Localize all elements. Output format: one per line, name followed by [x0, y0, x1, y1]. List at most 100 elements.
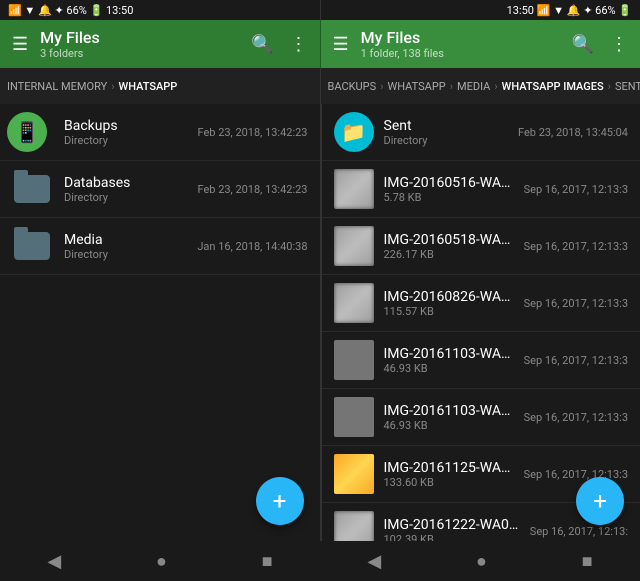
right-app-title: My Files — [361, 28, 560, 47]
list-item[interactable]: Media Directory Jan 16, 2018, 14:40:38 — [0, 218, 320, 275]
list-item[interactable]: 📁 Sent Directory Feb 23, 2018, 13:45:04 — [322, 104, 640, 161]
sent-folder-icon: 📁 — [334, 112, 374, 152]
img-thumbnail-6 — [334, 454, 374, 494]
home-button[interactable]: ● — [136, 545, 187, 578]
databases-folder-icon — [12, 169, 52, 209]
status-time-right: 13:50 — [507, 4, 534, 17]
databases-date: Feb 23, 2018, 13:42:23 — [197, 183, 307, 196]
img5-name: IMG-20161103-WA0001.jpg — [384, 403, 516, 419]
img3-name: IMG-20160826-WA0000.jpg — [384, 289, 516, 305]
img6-size: 133.60 KB — [384, 476, 516, 489]
media-folder-icon — [12, 226, 52, 266]
img2-info: IMG-20160518-WA0000.jpg 226.17 KB — [384, 232, 516, 261]
list-item[interactable]: IMG-20160518-WA0000.jpg 226.17 KB Sep 16… — [322, 218, 640, 275]
right-hamburger-icon[interactable]: ☰ — [329, 30, 353, 59]
status-bar-left: 📶 ▼ 🔔 ✦ 66% 🔋 13:50 — [0, 0, 320, 20]
status-bars: 📶 ▼ 🔔 ✦ 66% 🔋 13:50 13:50 📶 ▼ 🔔 ✦ 66% 🔋 — [0, 0, 640, 20]
databases-info: Databases Directory — [64, 175, 189, 204]
media-type: Directory — [64, 248, 189, 261]
img7-name: IMG-20161222-WA0000.jpg — [384, 517, 522, 533]
list-item[interactable]: IMG-20160826-WA0000.jpg 115.57 KB Sep 16… — [322, 275, 640, 332]
list-item[interactable]: 📱 Backups Directory Feb 23, 2018, 13:42:… — [0, 104, 320, 161]
left-app-bar: ☰ My Files 3 folders 🔍 ⋮ — [0, 20, 320, 68]
left-hamburger-icon[interactable]: ☰ — [8, 30, 32, 59]
img6-name: IMG-20161125-WA0000.jpg — [384, 460, 516, 476]
left-app-subtitle: 3 folders — [40, 47, 239, 60]
breadcrumb-sent[interactable]: SENT — [612, 80, 640, 93]
right-app-bar: ☰ My Files 1 folder, 138 files 🔍 ⋮ — [321, 20, 640, 68]
media-name: Media — [64, 232, 189, 248]
img4-name: IMG-20161103-WA0000.jpg — [384, 346, 516, 362]
img1-info: IMG-20160516-WA0000.jpg 5.78 KB — [384, 175, 516, 204]
left-search-icon[interactable]: 🔍 — [247, 30, 277, 59]
status-icons-left: 📶 ▼ 🔔 ✦ 66% 🔋 — [8, 4, 103, 17]
media-info: Media Directory — [64, 232, 189, 261]
img5-info: IMG-20161103-WA0001.jpg 46.93 KB — [384, 403, 516, 432]
img1-name: IMG-20160516-WA0000.jpg — [384, 175, 516, 191]
img4-size: 46.93 KB — [384, 362, 516, 375]
back-button-right[interactable]: ◀ — [347, 545, 401, 578]
sent-type: Directory — [384, 134, 510, 147]
app-bars: ☰ My Files 3 folders 🔍 ⋮ ☰ My Files 1 fo… — [0, 20, 640, 68]
backups-name: Backups — [64, 118, 189, 134]
status-time-left: 13:50 — [106, 4, 133, 17]
left-overflow-icon[interactable]: ⋮ — [286, 30, 312, 59]
img-thumbnail-5 — [334, 397, 374, 437]
img-thumbnail-1 — [334, 169, 374, 209]
status-icons-right: 📶 ▼ 🔔 ✦ 66% 🔋 — [537, 4, 632, 17]
img1-date: Sep 16, 2017, 12:13:3 — [524, 183, 628, 196]
img5-date: Sep 16, 2017, 12:13:3 — [524, 411, 628, 424]
img6-info: IMG-20161125-WA0000.jpg 133.60 KB — [384, 460, 516, 489]
img3-size: 115.57 KB — [384, 305, 516, 318]
right-search-icon[interactable]: 🔍 — [568, 30, 598, 59]
img1-size: 5.78 KB — [384, 191, 516, 204]
backups-folder-icon: 📱 — [12, 112, 52, 152]
right-app-subtitle: 1 folder, 138 files — [361, 47, 560, 60]
backups-date: Feb 23, 2018, 13:42:23 — [197, 126, 307, 139]
img-thumbnail-4 — [334, 340, 374, 380]
back-button[interactable]: ◀ — [27, 545, 81, 578]
img6-date: Sep 16, 2017, 12:13:3 — [524, 468, 628, 481]
breadcrumb-whatsapp[interactable]: WHATSAPP — [116, 80, 181, 93]
recent-button-right[interactable]: ■ — [562, 545, 613, 578]
list-item[interactable]: Databases Directory Feb 23, 2018, 13:42:… — [0, 161, 320, 218]
img7-size: 102.39 KB — [384, 533, 522, 542]
img3-info: IMG-20160826-WA0000.jpg 115.57 KB — [384, 289, 516, 318]
left-panel: 📱 Backups Directory Feb 23, 2018, 13:42:… — [0, 104, 320, 541]
img4-date: Sep 16, 2017, 12:13:3 — [524, 354, 628, 367]
backups-info: Backups Directory — [64, 118, 189, 147]
breadcrumb-whatsapp-right[interactable]: WHATSAPP — [384, 80, 448, 93]
home-button-right[interactable]: ● — [456, 545, 507, 578]
left-breadcrumb-bar: INTERNAL MEMORY › WHATSAPP — [0, 68, 320, 104]
right-fab-button[interactable]: + — [576, 477, 624, 525]
img2-name: IMG-20160518-WA0000.jpg — [384, 232, 516, 248]
right-breadcrumb-bar: BACKUPS › WHATSAPP › MEDIA › WHATSAPP IM… — [321, 68, 640, 104]
status-bar-right: 13:50 📶 ▼ 🔔 ✦ 66% 🔋 — [321, 0, 640, 20]
backups-type: Directory — [64, 134, 189, 147]
sent-date: Feb 23, 2018, 13:45:04 — [518, 126, 628, 139]
right-title-block: My Files 1 folder, 138 files — [361, 28, 560, 60]
breadcrumb-internal-memory[interactable]: INTERNAL MEMORY — [4, 80, 110, 93]
sent-info: Sent Directory — [384, 118, 510, 147]
list-item[interactable]: IMG-20161103-WA0000.jpg 46.93 KB Sep 16,… — [322, 332, 640, 389]
right-panel: 📁 Sent Directory Feb 23, 2018, 13:45:04 … — [321, 104, 640, 541]
left-title-block: My Files 3 folders — [40, 28, 239, 60]
left-app-title: My Files — [40, 28, 239, 47]
img3-date: Sep 16, 2017, 12:13:3 — [524, 297, 628, 310]
list-item[interactable]: IMG-20161103-WA0001.jpg 46.93 KB Sep 16,… — [322, 389, 640, 446]
right-overflow-icon[interactable]: ⋮ — [606, 30, 632, 59]
breadcrumb-media[interactable]: MEDIA — [454, 80, 493, 93]
breadcrumb-whatsapp-images[interactable]: WHATSAPP IMAGES — [499, 80, 607, 93]
recent-button[interactable]: ■ — [242, 545, 293, 578]
databases-name: Databases — [64, 175, 189, 191]
list-item[interactable]: IMG-20160516-WA0000.jpg 5.78 KB Sep 16, … — [322, 161, 640, 218]
left-fab-button[interactable]: + — [256, 477, 304, 525]
breadcrumb-backups[interactable]: BACKUPS — [325, 80, 380, 93]
img-thumbnail-2 — [334, 226, 374, 266]
img7-info: IMG-20161222-WA0000.jpg 102.39 KB — [384, 517, 522, 542]
img2-date: Sep 16, 2017, 12:13:3 — [524, 240, 628, 253]
media-date: Jan 16, 2018, 14:40:38 — [197, 240, 307, 253]
databases-type: Directory — [64, 191, 189, 204]
img7-date: Sep 16, 2017, 12:13: — [530, 525, 628, 538]
bottom-navigation: ◀ ● ■ ◀ ● ■ — [0, 541, 640, 581]
